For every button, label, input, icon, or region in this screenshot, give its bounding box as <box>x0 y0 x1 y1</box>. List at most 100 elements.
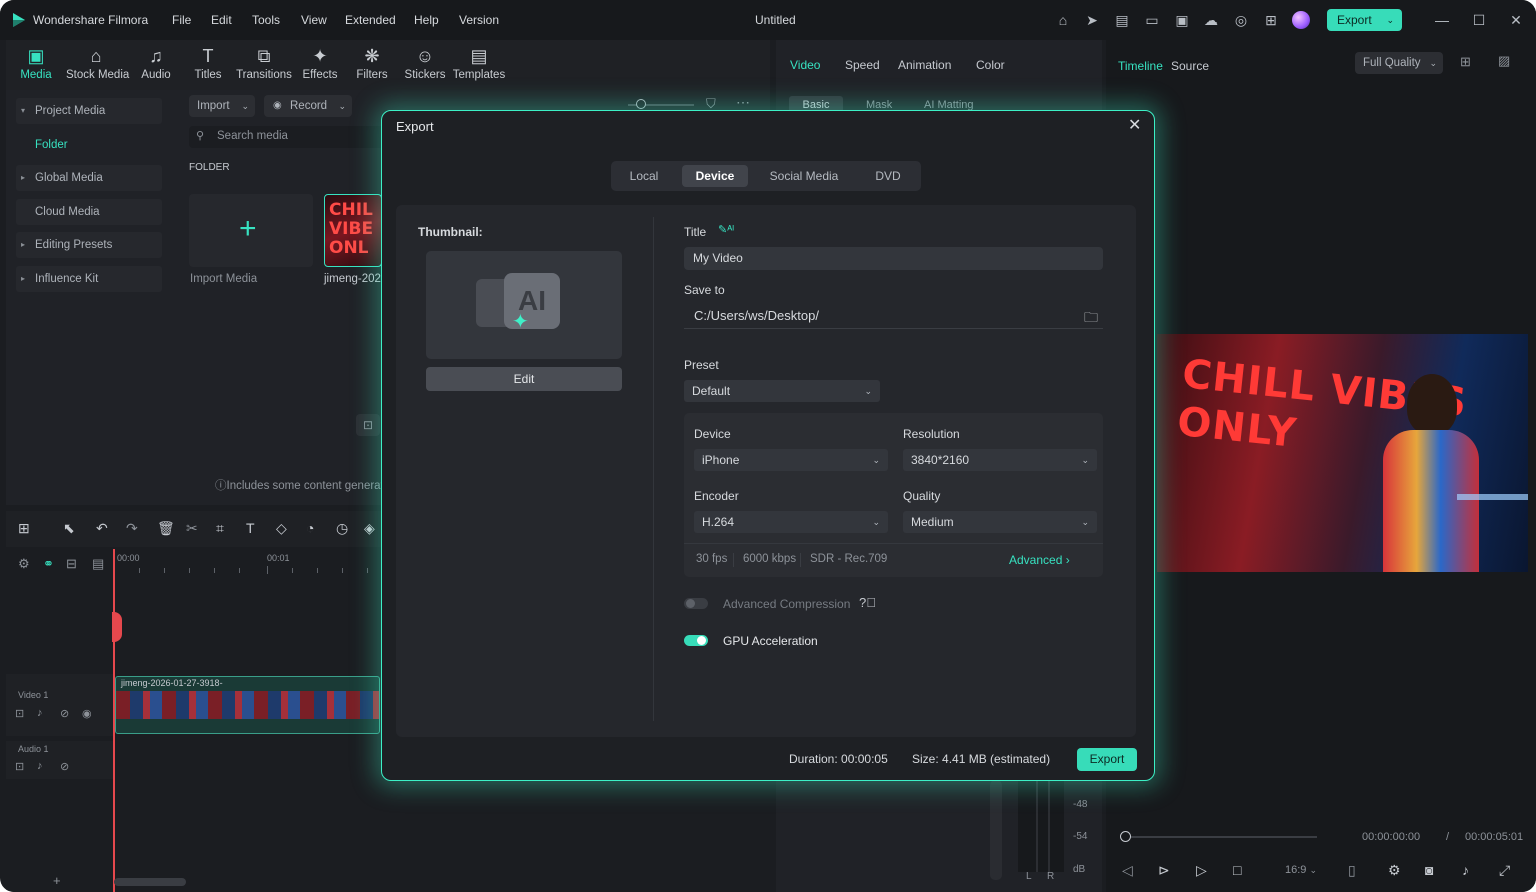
speaker-icon[interactable]: ♪ <box>37 707 43 719</box>
settings-icon[interactable]: ⚙ <box>1388 862 1401 879</box>
tool-media[interactable]: ▣ Media <box>6 45 66 81</box>
send-icon[interactable]: ➤ <box>1082 10 1102 30</box>
menu-view[interactable]: View <box>301 13 327 27</box>
tab-social-media[interactable]: Social Media <box>757 165 851 187</box>
tool-stock-media[interactable]: ⌂ Stock Media <box>66 45 129 81</box>
menu-tools[interactable]: Tools <box>252 13 280 27</box>
add-track-icon[interactable]: ⊟ <box>66 556 77 572</box>
gpu-acceleration-toggle[interactable] <box>684 635 708 646</box>
edit-thumbnail-button[interactable]: Edit <box>426 367 622 391</box>
folder-icon[interactable]: 🗀 <box>1084 307 1098 331</box>
tab-speed[interactable]: Speed <box>845 58 880 72</box>
eye-icon[interactable]: ◉ <box>82 707 92 720</box>
playhead-handle[interactable] <box>112 612 122 642</box>
fullscreen-icon[interactable]: ⤢ <box>1499 862 1510 879</box>
mute-icon[interactable]: ⊘ <box>60 707 69 720</box>
video-clip[interactable]: jimeng-2026-01-27-3918- <box>115 676 380 734</box>
clip-thumbnail[interactable]: CHIL VIBE ONL <box>324 194 382 267</box>
undo-icon[interactable]: ↶ <box>96 520 108 537</box>
camera-icon[interactable]: ◙ <box>1425 862 1433 878</box>
track-layout-icon[interactable]: ▤ <box>92 556 104 572</box>
quality-dropdown[interactable]: Full Quality ⌄ <box>1355 52 1443 74</box>
text-tool-icon[interactable]: T <box>246 520 255 536</box>
tool-audio[interactable]: ♫ Audio <box>126 45 186 81</box>
tab-color[interactable]: Color <box>976 58 1005 72</box>
search-field[interactable]: ⚲ Search media <box>189 126 389 148</box>
shape-icon[interactable]: ◇ <box>276 520 287 537</box>
quality-dropdown-export[interactable]: Medium ⌄ <box>903 511 1097 533</box>
layout-grid-icon[interactable]: ⊞ <box>18 520 30 537</box>
stop-icon[interactable]: □ <box>1233 862 1241 878</box>
progress-thumb[interactable] <box>1120 831 1131 842</box>
tool-filters[interactable]: ❋ Filters <box>342 45 402 81</box>
speaker-icon[interactable]: ♪ <box>37 760 43 772</box>
save-to-input[interactable]: C:/Users/ws/Desktop/ <box>684 305 1103 328</box>
keyframe-icon[interactable]: ◈ <box>364 520 375 537</box>
tool-titles[interactable]: T Titles <box>178 45 238 81</box>
zoom-slider-thumb[interactable] <box>636 99 646 109</box>
sidebar-item-cloud-media[interactable]: Cloud Media <box>16 199 162 225</box>
advanced-link[interactable]: Advanced › <box>1009 553 1070 567</box>
marker-icon[interactable]: ▯ <box>1348 862 1356 879</box>
playback-progress[interactable] <box>1120 831 1317 842</box>
tab-source[interactable]: Source <box>1171 59 1209 73</box>
crop-icon[interactable]: ⌗ <box>216 520 224 537</box>
menu-help[interactable]: Help <box>414 13 439 27</box>
scissors-icon[interactable]: ✂ <box>186 520 198 537</box>
export-button[interactable]: Export <box>1077 748 1137 771</box>
avatar[interactable] <box>1292 11 1310 29</box>
tab-device[interactable]: Device <box>682 165 748 187</box>
title-input[interactable]: My Video <box>684 247 1103 270</box>
ai-pen-icon[interactable]: ✎ᴬᴵ <box>718 223 734 236</box>
select-tool-icon[interactable]: ⬉ <box>63 520 75 537</box>
apps-grid-icon[interactable]: ⊞ <box>1261 10 1281 30</box>
minimize-icon[interactable]: — <box>1432 10 1452 30</box>
preset-dropdown[interactable]: Default ⌄ <box>684 380 880 402</box>
screen-icon[interactable]: ▭ <box>1142 10 1162 30</box>
meter-scrollbar[interactable] <box>990 780 1002 880</box>
image-icon[interactable]: ▨ <box>1498 53 1510 69</box>
mute-icon[interactable]: ⊘ <box>60 760 69 773</box>
tab-timeline[interactable]: Timeline <box>1118 59 1163 73</box>
titlebar-export-button[interactable]: Export ⌄ <box>1327 9 1402 31</box>
timer-icon[interactable]: ◷ <box>336 520 348 537</box>
import-media-tile[interactable]: + <box>189 194 313 267</box>
aspect-ratio[interactable]: 16:9 ⌄ <box>1285 864 1317 876</box>
tool-transitions[interactable]: ⧉ Transitions <box>234 45 294 81</box>
encoder-dropdown[interactable]: H.264 ⌄ <box>694 511 888 533</box>
search-input[interactable]: Search media <box>217 130 288 142</box>
tab-local[interactable]: Local <box>615 165 673 187</box>
device-dropdown[interactable]: iPhone ⌄ <box>694 449 888 471</box>
gift-icon[interactable]: ⌂ <box>1053 10 1073 30</box>
close-window-icon[interactable]: ✕ <box>1506 10 1526 30</box>
resolution-dropdown[interactable]: 3840*2160 ⌄ <box>903 449 1097 471</box>
maximize-icon[interactable]: ☐ <box>1469 10 1489 30</box>
link-icon[interactable]: ⚭ <box>43 556 54 572</box>
lock-icon[interactable]: ⊡ <box>15 760 24 773</box>
import-dropdown[interactable]: Import ⌄ <box>189 95 255 117</box>
advanced-compression-toggle[interactable] <box>684 598 708 609</box>
sidebar-item-influence-kit[interactable]: ▸ Influence Kit <box>16 266 162 292</box>
timeline-scrollbar[interactable] <box>114 878 186 886</box>
sidebar-item-editing-presets[interactable]: ▸ Editing Presets <box>16 232 162 258</box>
menu-edit[interactable]: Edit <box>211 13 232 27</box>
grid-view-icon[interactable]: ⊞ <box>1460 54 1471 70</box>
thumbnail-preview[interactable]: AI ✦ <box>426 251 622 359</box>
headset-icon[interactable]: ◎ <box>1231 10 1251 30</box>
step-forward-icon[interactable]: ⊳ <box>1158 862 1170 879</box>
sidebar-item-project-media[interactable]: ▾ Project Media <box>16 98 162 124</box>
help-icon[interactable]: ?⃝ <box>859 595 876 610</box>
delete-icon[interactable]: 🗑 <box>157 520 175 537</box>
tool-templates[interactable]: ▤ Templates <box>449 45 509 81</box>
play-icon[interactable]: ▷ <box>1196 862 1207 879</box>
menu-file[interactable]: File <box>172 13 191 27</box>
sidebar-item-folder[interactable]: Folder <box>16 132 162 158</box>
fit-icon[interactable]: ⊡ <box>356 414 380 436</box>
sidebar-item-global-media[interactable]: ▸ Global Media <box>16 165 162 191</box>
zoom-slider[interactable] <box>628 99 694 109</box>
prev-frame-icon[interactable]: ◁ <box>1122 862 1133 879</box>
track-settings-icon[interactable]: ⚙ <box>18 556 30 572</box>
save-icon[interactable]: ▣ <box>1172 10 1192 30</box>
tab-dvd[interactable]: DVD <box>859 165 917 187</box>
tool-effects[interactable]: ✦ Effects <box>290 45 350 81</box>
